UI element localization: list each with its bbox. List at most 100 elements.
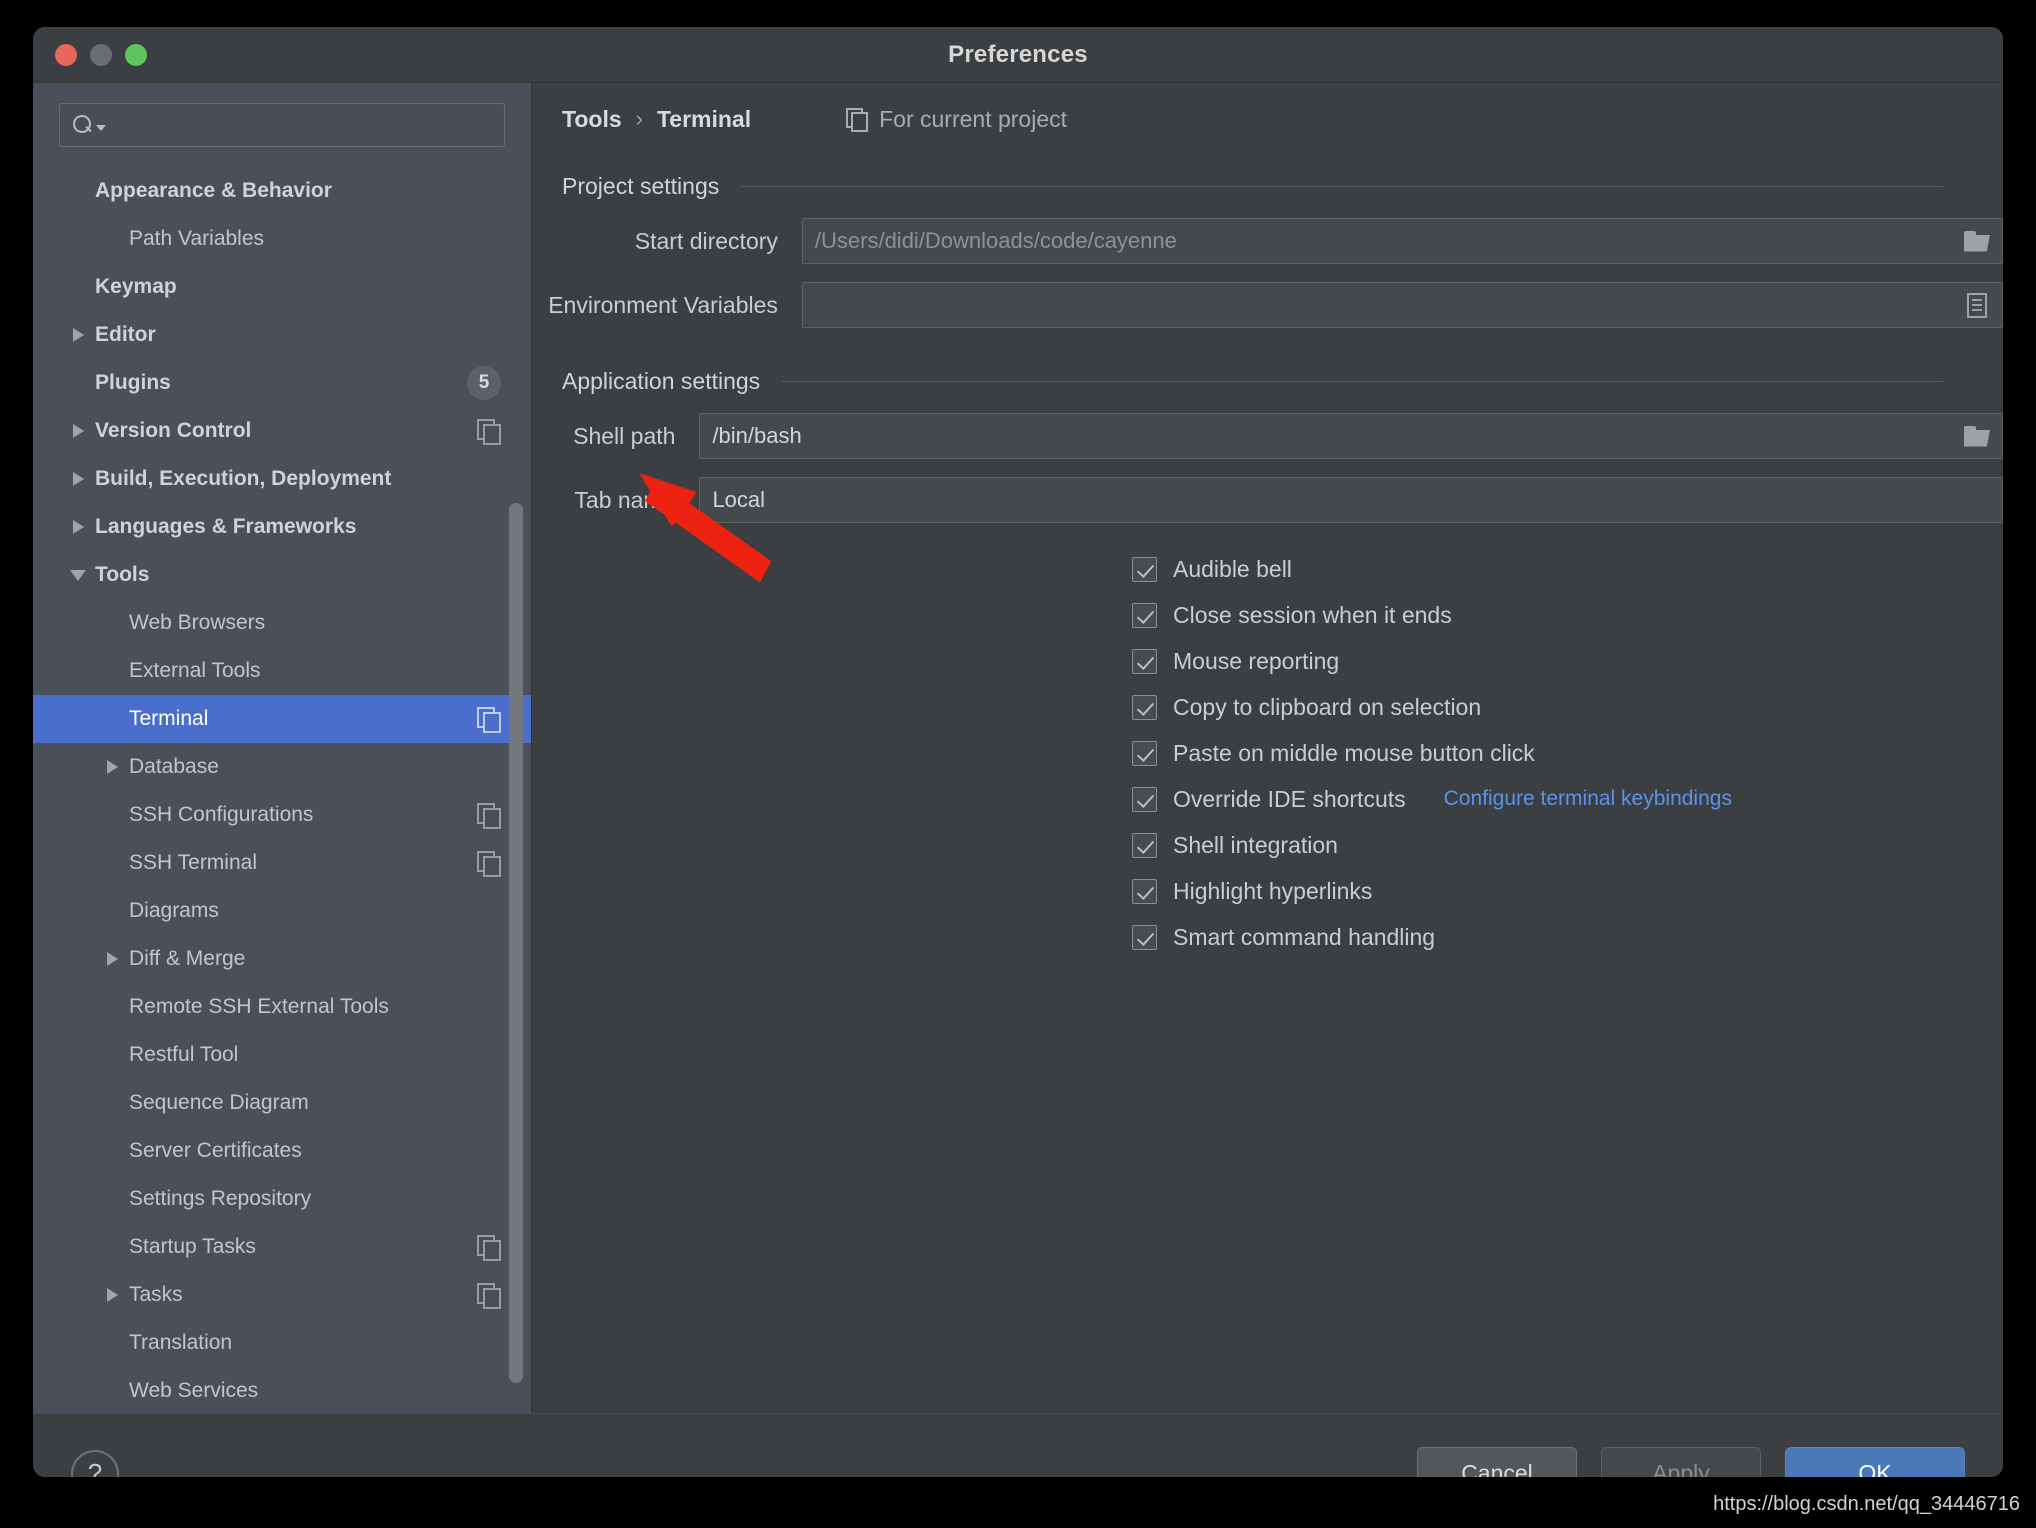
- sidebar-item-keymap[interactable]: Keymap: [33, 263, 531, 311]
- sidebar-item-build-execution-deployment[interactable]: Build, Execution, Deployment: [33, 455, 531, 503]
- disclosure-triangle[interactable]: [95, 1288, 129, 1302]
- sidebar-scrollbar[interactable]: [509, 503, 523, 1383]
- sidebar-item-label: External Tools: [129, 659, 261, 682]
- sidebar-item-label: Path Variables: [129, 227, 265, 250]
- ok-button[interactable]: OK: [1785, 1446, 1965, 1477]
- checkbox-close-session-when-it-ends[interactable]: [1132, 602, 1157, 628]
- sidebar-item-diff-merge[interactable]: Diff & Merge: [33, 935, 531, 983]
- breadcrumb-root[interactable]: Tools: [562, 106, 622, 133]
- start-directory-row: Start directory /Users/didi/Downloads/co…: [532, 218, 2003, 264]
- checkbox-shell-integration[interactable]: [1132, 832, 1157, 858]
- chevron-right-icon: [72, 424, 84, 438]
- traffic-lights: [55, 43, 147, 66]
- sidebar-item-plugins[interactable]: Plugins 5: [33, 359, 531, 407]
- sidebar-item-server-certificates[interactable]: Server Certificates: [33, 1127, 531, 1175]
- search-container: [33, 83, 531, 161]
- option-label: Mouse reporting: [1173, 647, 1340, 674]
- sidebar-item-version-control[interactable]: Version Control: [33, 407, 531, 455]
- sidebar-item-settings-repository[interactable]: Settings Repository: [33, 1175, 531, 1223]
- option-row[interactable]: Close session when it ends: [1132, 595, 2003, 635]
- search-icon: [72, 114, 94, 136]
- sidebar-item-label: Web Services: [129, 1379, 259, 1402]
- sidebar-item-web-browsers[interactable]: Web Browsers: [33, 599, 531, 647]
- help-button[interactable]: ?: [71, 1449, 119, 1477]
- start-directory-value: /Users/didi/Downloads/code/cayenne: [814, 228, 1177, 253]
- sidebar-item-ssh-terminal[interactable]: SSH Terminal: [33, 839, 531, 887]
- option-row[interactable]: Smart command handling: [1132, 917, 2003, 957]
- search-input[interactable]: [106, 114, 492, 136]
- checkbox-smart-command-handling[interactable]: [1132, 924, 1157, 950]
- sidebar-item-label: Diff & Merge: [129, 947, 246, 970]
- sidebar-item-restful-tool[interactable]: Restful Tool: [33, 1031, 531, 1079]
- screen: Preferences Appearance & Behavior Path Va…: [0, 0, 2036, 1528]
- sidebar-item-label: Editor: [95, 323, 156, 346]
- cancel-button[interactable]: Cancel: [1417, 1446, 1577, 1477]
- sidebar-item-startup-tasks[interactable]: Startup Tasks: [33, 1223, 531, 1271]
- checkbox-highlight-hyperlinks[interactable]: [1132, 878, 1157, 904]
- option-row[interactable]: Mouse reporting: [1132, 641, 2003, 681]
- shell-path-label: Shell path: [573, 422, 676, 449]
- environment-variables-edit-button[interactable]: [1952, 283, 2002, 327]
- shell-path-field[interactable]: /bin/bash: [699, 413, 2003, 459]
- sidebar-item-sequence-diagram[interactable]: Sequence Diagram: [33, 1079, 531, 1127]
- project-settings-title: Project settings: [562, 173, 720, 199]
- option-row[interactable]: Paste on middle mouse button click: [1132, 733, 2003, 773]
- start-directory-field[interactable]: /Users/didi/Downloads/code/cayenne: [801, 218, 2003, 264]
- tab-name-field[interactable]: Local: [699, 477, 2003, 523]
- sidebar-item-database[interactable]: Database: [33, 743, 531, 791]
- sidebar-item-label: Translation: [129, 1331, 233, 1354]
- checkbox-audible-bell[interactable]: [1132, 556, 1157, 582]
- disclosure-triangle[interactable]: [61, 520, 95, 534]
- option-label: Paste on middle mouse button click: [1173, 739, 1535, 766]
- disclosure-triangle[interactable]: [61, 328, 95, 342]
- checkbox-mouse-reporting[interactable]: [1132, 648, 1157, 674]
- sidebar-item-external-tools[interactable]: External Tools: [33, 647, 531, 695]
- breadcrumb-separator: ›: [635, 106, 643, 131]
- checkbox-override-ide-shortcuts[interactable]: [1132, 786, 1157, 812]
- option-label: Audible bell: [1173, 555, 1292, 582]
- disclosure-triangle[interactable]: [61, 424, 95, 438]
- configure-keybindings-link[interactable]: Configure terminal keybindings: [1444, 787, 1732, 811]
- application-settings-header: Application settings: [562, 368, 1943, 395]
- disclosure-triangle[interactable]: [95, 760, 129, 774]
- scope-label: For current project: [879, 105, 1068, 132]
- chevron-down-icon[interactable]: [96, 124, 106, 131]
- shell-path-row: Shell path /bin/bash: [532, 413, 2003, 459]
- search-box[interactable]: [59, 103, 505, 147]
- option-row[interactable]: Shell integration: [1132, 825, 2003, 865]
- sidebar-item-appearance-behavior[interactable]: Appearance & Behavior: [33, 167, 531, 215]
- zoom-window-icon[interactable]: [125, 43, 147, 66]
- option-row[interactable]: Copy to clipboard on selection: [1132, 687, 2003, 727]
- disclosure-triangle[interactable]: [95, 952, 129, 966]
- option-row[interactable]: Highlight hyperlinks: [1132, 871, 2003, 911]
- start-directory-browse-button[interactable]: [1952, 219, 2002, 263]
- sidebar-item-remote-ssh-external-tools[interactable]: Remote SSH External Tools: [33, 983, 531, 1031]
- close-window-icon[interactable]: [55, 43, 77, 66]
- folder-open-icon: [1964, 425, 1990, 447]
- dialog-footer: ? Cancel Apply OK: [33, 1413, 2003, 1477]
- sidebar-item-web-services[interactable]: Web Services: [33, 1367, 531, 1413]
- minimize-window-icon[interactable]: [90, 43, 112, 66]
- sidebar-item-translation[interactable]: Translation: [33, 1319, 531, 1367]
- scope-indicator: For current project: [846, 106, 1067, 133]
- option-row[interactable]: Audible bell: [1132, 549, 2003, 589]
- sidebar-item-terminal[interactable]: Terminal: [33, 695, 531, 743]
- environment-variables-field[interactable]: [801, 282, 2003, 328]
- sidebar-item-languages-frameworks[interactable]: Languages & Frameworks: [33, 503, 531, 551]
- option-row[interactable]: Override IDE shortcuts Configure terminal…: [1132, 779, 2003, 819]
- sidebar-item-tasks[interactable]: Tasks: [33, 1271, 531, 1319]
- sidebar-item-path-variables[interactable]: Path Variables: [33, 215, 531, 263]
- checkbox-copy-to-clipboard-on-selection[interactable]: [1132, 694, 1157, 720]
- disclosure-triangle[interactable]: [61, 569, 95, 581]
- disclosure-triangle[interactable]: [61, 472, 95, 486]
- preferences-window: Preferences Appearance & Behavior Path Va…: [33, 27, 2003, 1477]
- sidebar-item-label: Keymap: [95, 275, 177, 298]
- option-label: Copy to clipboard on selection: [1173, 693, 1482, 720]
- sidebar-item-editor[interactable]: Editor: [33, 311, 531, 359]
- plugin-count-badge: 5: [467, 366, 501, 400]
- shell-path-browse-button[interactable]: [1952, 414, 2002, 458]
- sidebar-item-tools[interactable]: Tools: [33, 551, 531, 599]
- sidebar-item-diagrams[interactable]: Diagrams: [33, 887, 531, 935]
- sidebar-item-ssh-configurations[interactable]: SSH Configurations: [33, 791, 531, 839]
- checkbox-paste-on-middle-mouse-button-click[interactable]: [1132, 740, 1157, 766]
